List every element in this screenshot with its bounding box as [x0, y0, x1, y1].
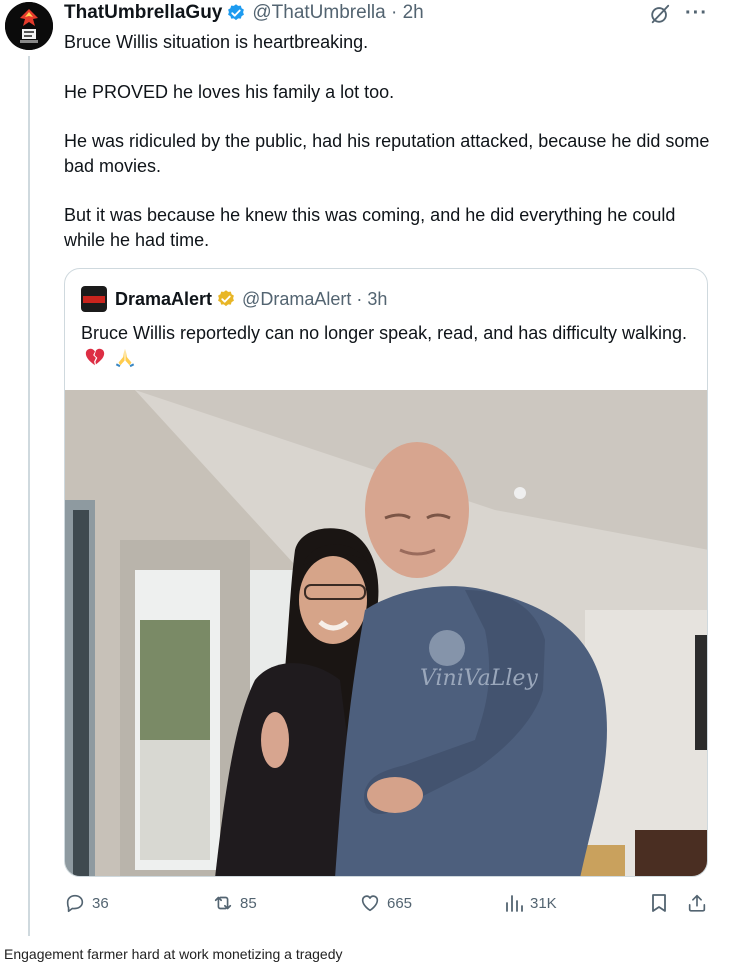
tweet-actions: 36 85 665 31K	[64, 892, 714, 920]
quote-handle-time[interactable]: @DramaAlert · 3h	[242, 289, 387, 310]
grok-icon[interactable]	[649, 3, 671, 25]
like-count: 665	[387, 894, 413, 912]
quote-display-name[interactable]: DramaAlert	[115, 289, 212, 310]
bookmark-button[interactable]	[649, 892, 669, 914]
shirt-text: ViniVaLley	[420, 666, 538, 691]
tweet-header: ThatUmbrellaGuy @ThatUmbrella · 2h	[64, 0, 424, 26]
quote-text-body: Bruce Willis reportedly can no longer sp…	[81, 323, 687, 343]
verified-badge-icon	[226, 3, 246, 23]
quoted-tweet[interactable]: DramaAlert @DramaAlert · 3h Bruce Willis…	[64, 268, 708, 877]
broken-heart-icon	[84, 346, 106, 368]
quote-text: Bruce Willis reportedly can no longer sp…	[81, 321, 691, 371]
reply-icon	[66, 894, 84, 913]
quote-header: DramaAlert @DramaAlert · 3h	[81, 286, 387, 312]
tweet-paragraph: Bruce Willis situation is heartbreaking.	[64, 32, 369, 52]
views-icon	[506, 895, 523, 912]
quote-avatar[interactable]	[81, 286, 107, 312]
tweet-photo[interactable]: ViniVaLley	[65, 390, 707, 876]
handle-time[interactable]: @ThatUmbrella · 2h	[252, 2, 423, 24]
more-icon[interactable]: ···	[685, 2, 708, 25]
share-icon	[688, 894, 706, 912]
repost-count: 85	[240, 894, 257, 912]
repost-button[interactable]: 85	[212, 892, 257, 914]
views-button[interactable]: 31K	[504, 892, 557, 914]
tweet-paragraph: He PROVED he loves his family a lot too.	[64, 81, 395, 102]
tweet-paragraph: But it was because he knew this was comi…	[64, 205, 676, 250]
user-avatar[interactable]	[5, 2, 53, 50]
tweet-text: Bruce Willis situation is heartbreaking.…	[64, 30, 714, 277]
tweet-paragraph: He was ridiculed by the public, had his …	[64, 131, 710, 176]
tweet-top-icons: ···	[649, 2, 708, 25]
repost-icon	[214, 896, 232, 910]
thread-line	[28, 56, 30, 936]
gold-verified-badge-icon	[216, 289, 236, 309]
display-name[interactable]: ThatUmbrellaGuy	[64, 2, 222, 24]
reply-count: 36	[92, 894, 109, 912]
tweet: ThatUmbrellaGuy @ThatUmbrella · 2h ··· B…	[0, 0, 732, 940]
caption: Engagement farmer hard at work monetizin…	[4, 946, 343, 962]
views-count: 31K	[530, 894, 557, 912]
heart-icon	[361, 895, 379, 912]
bookmark-icon	[652, 894, 666, 912]
like-button[interactable]: 665	[359, 892, 412, 914]
share-button[interactable]	[686, 892, 708, 914]
reply-button[interactable]: 36	[64, 892, 109, 914]
folded-hands-icon	[114, 346, 136, 368]
